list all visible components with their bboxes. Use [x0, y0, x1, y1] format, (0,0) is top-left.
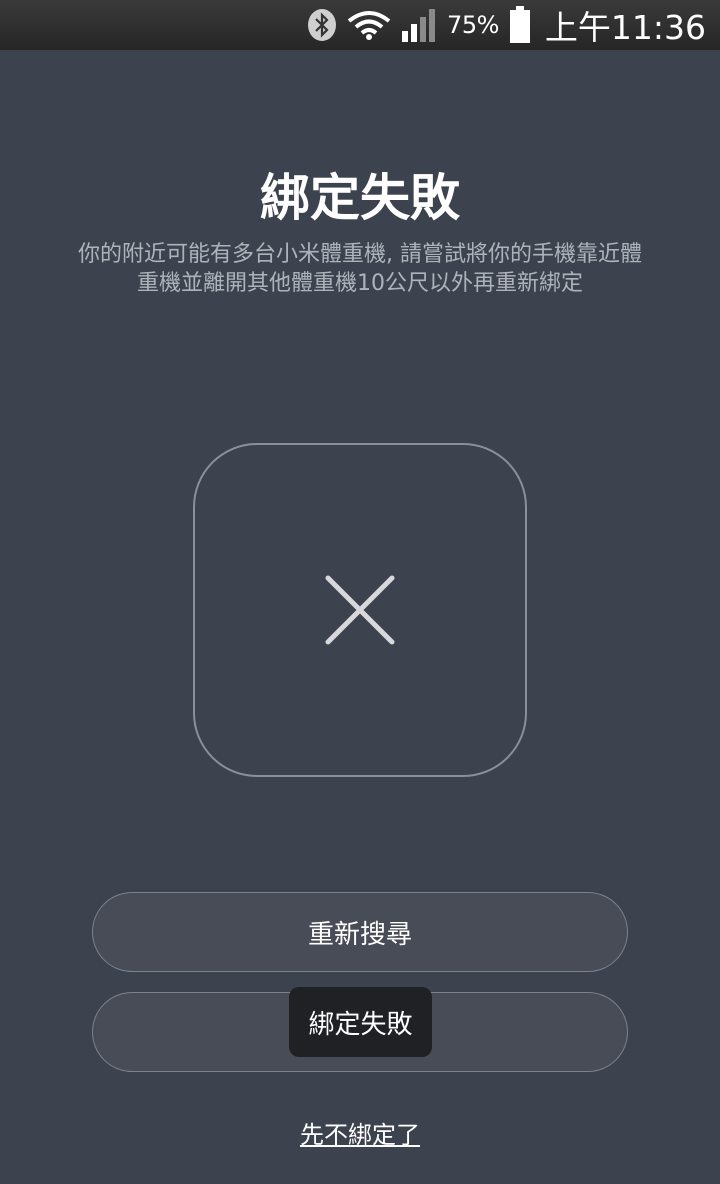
- retry-search-label: 重新搜尋: [307, 919, 412, 950]
- retry-search-button[interactable]: 重新搜尋: [92, 892, 628, 972]
- page-title: 綁定失敗: [260, 169, 460, 227]
- description-text: 你的附近可能有多台小米體重機, 請嘗試將你的手機靠近體重機並離開其他體重機10公…: [78, 242, 642, 296]
- skip-binding-container: 先不綁定了: [0, 1115, 720, 1150]
- toast-message: 綁定失敗: [289, 987, 432, 1057]
- clock: 上午11:36: [544, 8, 706, 47]
- bluetooth-icon: [307, 8, 337, 42]
- failure-status-box: [193, 443, 527, 777]
- status-bar: 75% 上午11:36: [0, 0, 720, 50]
- battery-icon: [509, 6, 531, 44]
- battery-percent: 75%: [447, 11, 499, 39]
- close-icon: [323, 573, 397, 651]
- skip-binding-link[interactable]: 先不綁定了: [300, 1121, 420, 1149]
- wifi-icon: [347, 9, 391, 41]
- signal-icon: [401, 7, 439, 43]
